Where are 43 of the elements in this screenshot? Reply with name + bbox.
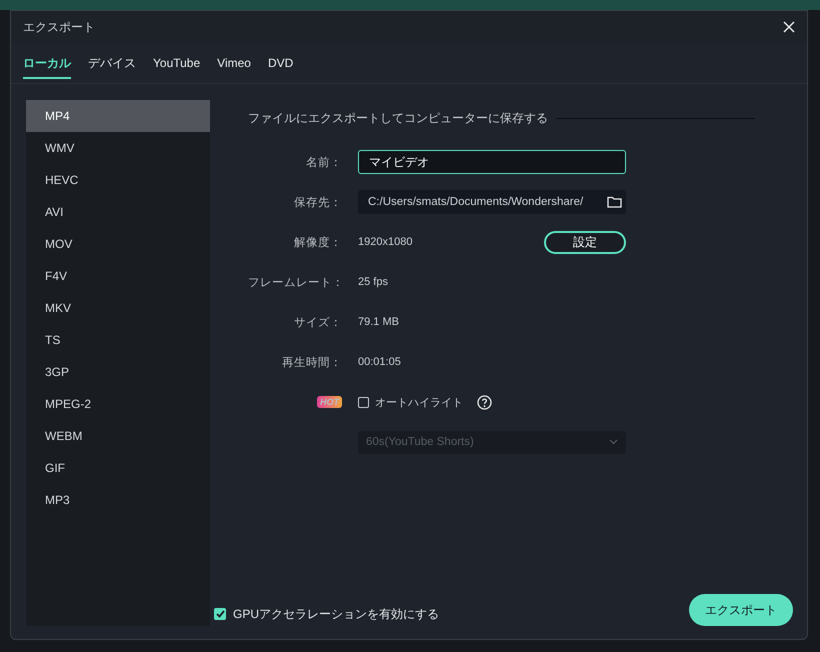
field-value: 00:01:05 — [358, 356, 401, 368]
tab[interactable]: DVD — [268, 49, 294, 77]
export-button[interactable]: エクスポート — [689, 594, 793, 626]
help-icon[interactable] — [477, 394, 492, 410]
format-item[interactable]: GIF — [26, 452, 210, 484]
close-icon[interactable] — [783, 21, 795, 33]
tab[interactable]: YouTube — [153, 49, 200, 77]
chevron-down-icon — [609, 439, 618, 445]
format-item[interactable]: MP3 — [26, 484, 210, 516]
folder-icon[interactable] — [607, 196, 622, 208]
section-title: ファイルにエクスポートしてコンピューターに保存する — [248, 110, 548, 126]
format-item[interactable]: MKV — [26, 292, 210, 324]
tab[interactable]: ローカル — [23, 48, 71, 78]
field-label: 保存先： — [294, 196, 342, 208]
format-item[interactable]: F4V — [26, 260, 210, 292]
field-label: サイズ： — [294, 316, 342, 328]
tab[interactable]: Vimeo — [217, 49, 251, 77]
hot-badge: HOT — [317, 396, 342, 408]
window-title: エクスポート — [23, 18, 95, 36]
format-item[interactable]: WMV — [26, 132, 210, 164]
field-label: 名前： — [306, 156, 342, 168]
field-value: 1920x1080 — [358, 236, 412, 248]
field-value: 79.1 MB — [358, 316, 399, 328]
format-item[interactable]: 3GP — [26, 356, 210, 388]
format-item[interactable]: MPEG-2 — [26, 388, 210, 420]
format-item[interactable]: HEVC — [26, 164, 210, 196]
auto-highlight-checkbox[interactable] — [358, 396, 369, 408]
format-item[interactable]: AVI — [26, 196, 210, 228]
auto-highlight-label: オートハイライト — [375, 396, 463, 410]
settings-button[interactable]: 設定 — [544, 230, 626, 254]
path-field[interactable]: C:/Users/smats/Documents/Wondershare/ — [358, 190, 626, 214]
name-field[interactable]: マイビデオ — [358, 150, 626, 174]
field-label: 再生時間： — [282, 356, 342, 368]
field-label: フレームレート： — [248, 276, 344, 288]
tab[interactable]: デバイス — [88, 48, 136, 78]
gpu-checkbox[interactable] — [214, 608, 226, 620]
field-value: 25 fps — [358, 276, 388, 288]
format-item[interactable]: MP4 — [26, 100, 210, 132]
format-item[interactable]: TS — [26, 324, 210, 356]
field-label: 解像度： — [294, 236, 342, 248]
format-item[interactable]: WEBM — [26, 420, 210, 452]
gpu-label: GPUアクセラレーションを有効にする — [233, 606, 440, 622]
format-item[interactable]: MOV — [26, 228, 210, 260]
